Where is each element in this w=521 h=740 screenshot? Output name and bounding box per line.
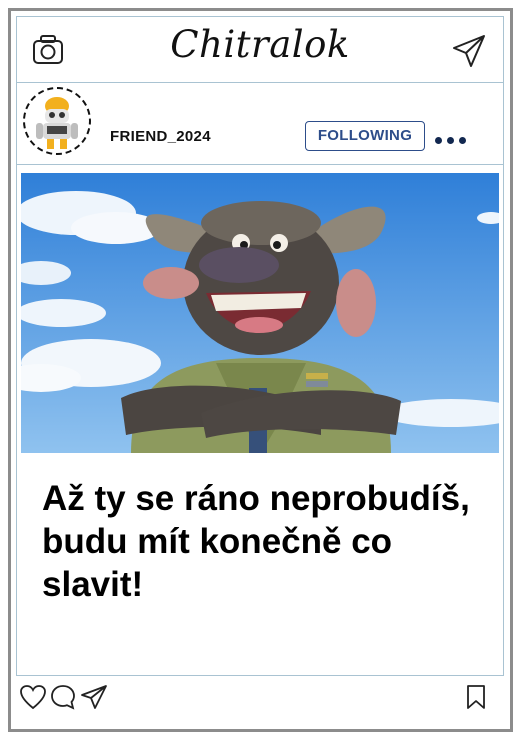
more-dots-icon[interactable]: [435, 129, 473, 144]
post-card: Chitralok FRIEND_2024 FOLLOWING Až ty se…: [16, 16, 504, 676]
paper-plane-icon[interactable]: [80, 684, 108, 710]
action-bar: [0, 676, 521, 716]
bookmark-icon[interactable]: [465, 684, 487, 710]
heart-icon[interactable]: [19, 684, 47, 710]
app-title: Chitralok: [170, 23, 350, 66]
post-image: [21, 173, 499, 453]
profile-row: FRIEND_2024 FOLLOWING: [17, 83, 503, 165]
app-header: Chitralok: [17, 17, 503, 83]
username[interactable]: FRIEND_2024: [110, 128, 211, 145]
paper-plane-icon[interactable]: [451, 33, 487, 69]
avatar[interactable]: [23, 87, 91, 155]
post-caption: Až ty se ráno neprobudíš, budu mít koneč…: [42, 479, 470, 604]
comment-bubble-icon[interactable]: [50, 684, 76, 710]
following-button[interactable]: FOLLOWING: [305, 121, 425, 151]
robot-avatar-image: [36, 97, 78, 149]
